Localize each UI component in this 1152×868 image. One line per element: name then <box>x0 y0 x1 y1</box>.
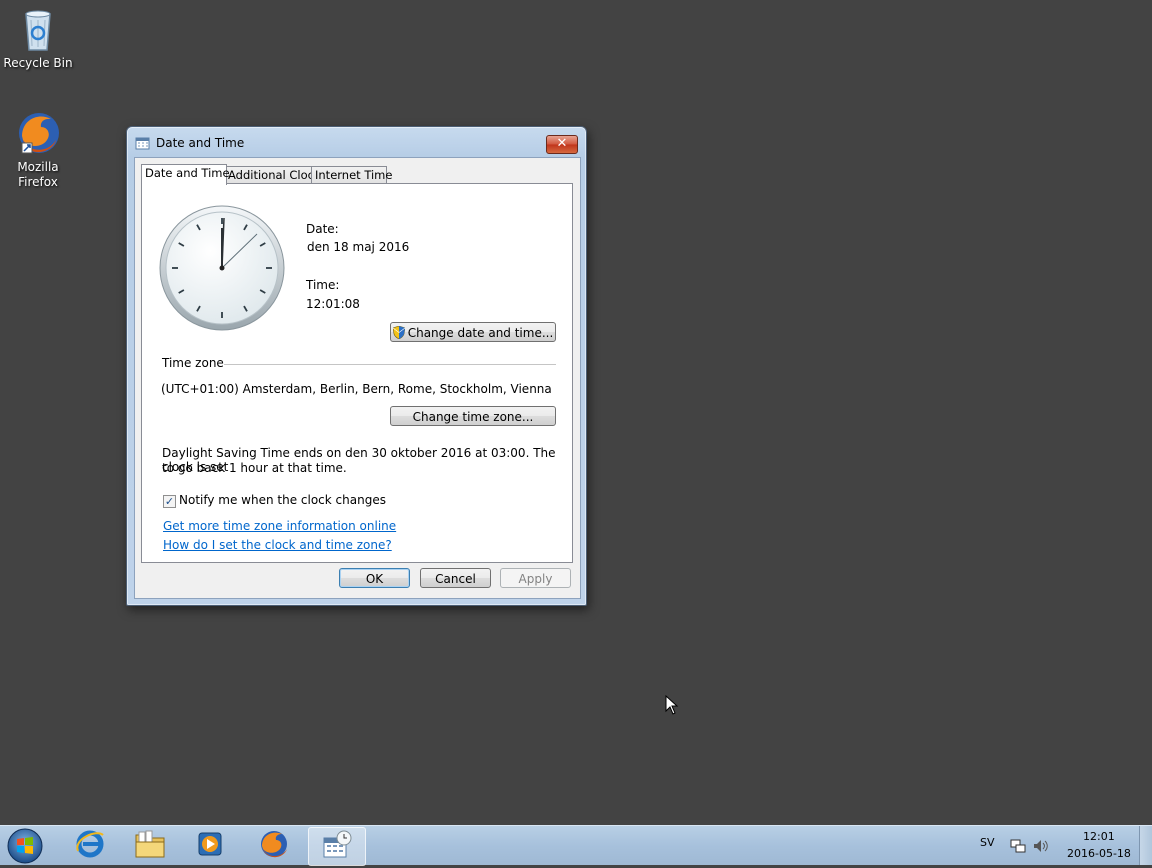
tab-date-and-time[interactable]: Date and Time <box>141 164 230 185</box>
clock-date[interactable]: 2016-05-18 <box>1067 847 1131 860</box>
taskbar-media-player[interactable] <box>182 827 238 864</box>
link-more-timezone-info[interactable]: Get more time zone information online <box>163 519 396 533</box>
firefox-icon <box>258 828 290 863</box>
tab-internet-time[interactable]: Internet Time <box>311 166 392 184</box>
date-time-window: Date and Time ✕ Date and Time Additional… <box>126 126 587 606</box>
volume-icon[interactable] <box>1033 838 1049 857</box>
media-player-icon <box>195 829 225 862</box>
notify-checkbox-label[interactable]: Notify me when the clock changes <box>179 493 386 507</box>
timezone-heading: Time zone <box>162 356 224 370</box>
change-timezone-button[interactable]: Change time zone... <box>390 406 556 426</box>
clock-time[interactable]: 12:01 <box>1083 830 1115 843</box>
time-label: Time: <box>306 278 340 292</box>
desktop-icon-recycle-bin[interactable]: Recycle Bin <box>0 6 76 71</box>
taskbar-file-explorer[interactable] <box>122 827 178 864</box>
tab-panel-date-and-time: Date: den 18 maj 2016 Time: 12:01:08 Cha… <box>141 183 573 563</box>
network-icon[interactable] <box>1010 838 1026 857</box>
cancel-button[interactable]: Cancel <box>420 568 491 588</box>
ok-button[interactable]: OK <box>339 568 410 588</box>
taskbar-internet-explorer[interactable] <box>62 827 118 864</box>
recycle-bin-label: Recycle Bin <box>3 56 73 70</box>
recycle-bin-icon <box>14 6 62 54</box>
firefox-icon <box>14 110 62 158</box>
window-title: Date and Time <box>156 136 245 150</box>
start-button[interactable] <box>3 827 47 865</box>
show-desktop-button[interactable] <box>1139 826 1152 865</box>
analog-clock <box>158 204 286 332</box>
mouse-cursor-icon <box>665 694 679 718</box>
timezone-separator <box>224 364 556 365</box>
date-value: den 18 maj 2016 <box>307 240 410 254</box>
change-date-time-label: Change date and time... <box>407 326 554 340</box>
firefox-label: Mozilla Firefox <box>17 160 59 189</box>
calendar-clock-icon <box>135 136 151 150</box>
taskbar: SV 12:01 2016-05-18 <box>0 825 1152 866</box>
language-indicator[interactable]: SV <box>980 836 995 849</box>
taskbar-date-time[interactable] <box>308 827 366 866</box>
time-value: 12:01:08 <box>306 297 360 311</box>
internet-explorer-icon <box>75 829 105 862</box>
notify-checkbox[interactable]: ✓ <box>163 495 176 508</box>
change-date-time-button[interactable]: Change date and time... <box>390 322 556 342</box>
tab-additional-clocks[interactable]: Additional Clocks <box>224 166 327 184</box>
desktop-icon-firefox[interactable]: Mozilla Firefox <box>0 110 76 190</box>
timezone-value: (UTC+01:00) Amsterdam, Berlin, Bern, Rom… <box>161 382 552 396</box>
date-time-icon <box>321 829 353 864</box>
uac-shield-icon <box>392 325 406 345</box>
link-how-to-set-clock[interactable]: How do I set the clock and time zone? <box>163 538 392 552</box>
dialog-body: Date and Time Additional Clocks Internet… <box>134 157 581 599</box>
close-button[interactable]: ✕ <box>546 135 578 154</box>
title-bar[interactable]: Date and Time ✕ <box>127 127 586 157</box>
taskbar-firefox[interactable] <box>246 827 302 864</box>
apply-button[interactable]: Apply <box>500 568 571 588</box>
dst-info-line2: to go back 1 hour at that time. <box>162 461 347 475</box>
date-label: Date: <box>306 222 339 236</box>
file-explorer-icon <box>134 829 166 862</box>
